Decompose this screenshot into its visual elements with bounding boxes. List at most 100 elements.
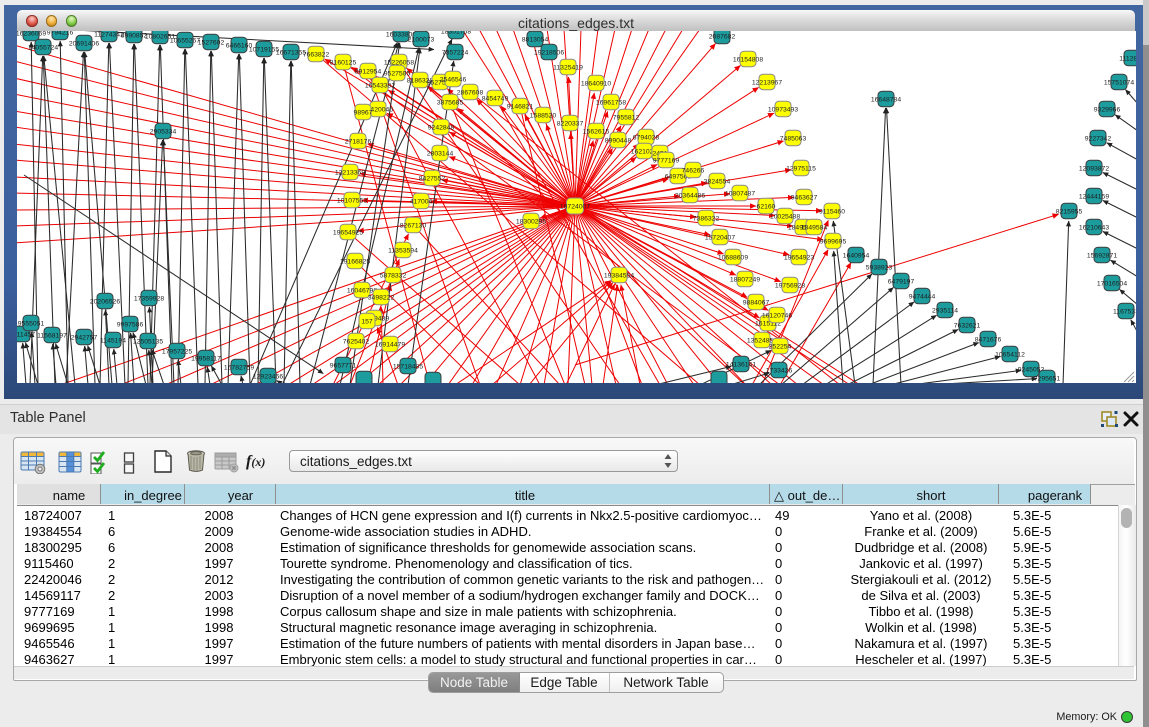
svg-text:17359928: 17359928 [134,295,164,302]
svg-text:7295651: 7295651 [1034,375,1061,382]
svg-text:7357224: 7357224 [442,49,469,56]
svg-text:12975115: 12975115 [786,165,816,172]
svg-text:11274342: 11274342 [94,31,124,38]
svg-text:16961758: 16961758 [596,99,626,106]
svg-text:9146821: 9146821 [507,103,534,110]
svg-text:7625402: 7625402 [343,338,370,345]
svg-text:15718485: 15718485 [393,363,423,370]
svg-text:20206526: 20206526 [90,298,120,305]
svg-text:7663822: 7663822 [303,51,330,58]
svg-text:7632621: 7632621 [954,322,981,329]
svg-text:19654925: 19654925 [333,229,363,236]
svg-text:6479197: 6479197 [888,278,915,285]
svg-text:9555051: 9555051 [18,320,45,327]
svg-text:2935114: 2935114 [932,307,958,314]
svg-text:10107553: 10107553 [337,197,367,204]
svg-text:14136141: 14136141 [726,361,756,368]
svg-text:8267130: 8267130 [400,222,427,229]
svg-text:10807487: 10807487 [725,190,755,197]
svg-text:15692871: 15692871 [1087,252,1117,259]
svg-text:9997586: 9997586 [117,321,144,328]
svg-text:2718176: 2718176 [345,138,372,145]
svg-text:9242848: 9242848 [428,124,455,131]
svg-text:19958117: 19958117 [191,355,221,362]
svg-text:8427552: 8427552 [419,175,446,182]
svg-text:16236069: 16236069 [17,31,46,37]
svg-text:19654923: 19654923 [784,254,814,261]
svg-text:9527505: 9527505 [384,70,411,77]
svg-text:10973493: 10973493 [768,106,798,113]
svg-text:7955812: 7955812 [613,114,640,121]
svg-text:12213967: 12213967 [752,79,782,86]
svg-text:16543382: 16543382 [365,82,395,89]
svg-text:19218506: 19218506 [534,49,564,56]
svg-text:8215955: 8215955 [1056,208,1083,215]
svg-text:12923466: 12923466 [253,373,283,380]
svg-text:19166825: 19166825 [340,258,370,265]
svg-text:1733426: 1733426 [766,367,793,374]
svg-text:12444159: 12444159 [1079,193,1109,200]
svg-text:10719155: 10719155 [249,46,279,53]
svg-text:1562615: 1562615 [583,128,610,135]
svg-text:15720407: 15720407 [705,234,735,241]
svg-text:1145194: 1145194 [100,337,126,344]
svg-text:16648784: 16648784 [871,96,901,103]
svg-text:8813054: 8813054 [522,36,549,43]
svg-text:11325419: 11325419 [553,64,583,71]
svg-text:3498222: 3498222 [368,294,395,301]
svg-text:10655267: 10655267 [170,37,200,44]
svg-text:746266: 746266 [682,167,705,174]
svg-text:9463627: 9463627 [791,194,818,201]
svg-text:3875685: 3875685 [437,99,464,106]
svg-text:1588520: 1588520 [530,112,557,119]
svg-text:8454749: 8454749 [482,95,509,102]
svg-text:16154808: 16154808 [733,56,763,63]
svg-text:8990852: 8990852 [121,32,148,39]
svg-text:252254: 252254 [769,343,792,350]
svg-text:16120746: 16120746 [762,312,792,319]
svg-text:1112857: 1112857 [1119,55,1136,62]
svg-text:2087682: 2087682 [709,33,736,40]
svg-text:9794216: 9794216 [47,31,74,36]
svg-text:20364486: 20364486 [675,192,705,199]
svg-text:19756928: 19756928 [775,282,805,289]
svg-text:17957225: 17957225 [162,348,192,355]
svg-text:10654112: 10654112 [995,351,1025,358]
svg-text:12093872: 12093872 [1079,165,1109,172]
svg-text:20691406: 20691406 [69,40,99,47]
svg-text:9699695: 9699695 [820,238,847,245]
svg-text:157: 157 [361,318,373,325]
svg-text:6794028: 6794028 [633,134,660,141]
svg-text:8912954: 8912954 [355,68,382,75]
svg-text:18301758: 18301758 [441,31,471,35]
svg-text:9884067: 9884067 [743,299,770,306]
svg-text:18640910: 18640910 [581,80,611,87]
svg-text:3911457: 3911457 [17,331,35,338]
svg-text:8220337: 8220337 [557,120,584,127]
svg-text:1527602: 1527602 [198,39,225,46]
svg-text:2905334: 2905334 [150,128,177,135]
svg-text:18724007: 18724007 [560,203,590,210]
svg-text:5878332: 5878332 [380,272,407,279]
svg-text:1167533: 1167533 [1113,308,1136,315]
svg-text:17016504: 17016504 [1097,280,1127,287]
svg-text:9115460: 9115460 [819,208,845,215]
svg-text:19384554: 19384554 [604,272,634,279]
svg-text:9474444: 9474444 [909,293,936,300]
svg-text:8160125: 8160125 [330,59,357,66]
svg-text:9329966: 9329966 [1094,106,1121,113]
svg-text:11568197: 11568197 [37,332,67,339]
svg-text:9777169: 9777169 [653,157,680,164]
svg-text:16210643: 16210643 [1079,224,1109,231]
svg-text:2942757: 2942757 [71,334,98,341]
svg-text:2803144: 2803144 [427,150,454,157]
svg-text:2546546: 2546546 [440,76,467,83]
svg-text:5938923: 5938923 [866,264,893,271]
svg-text:9227342: 9227342 [1085,135,1112,142]
svg-text:16782759: 16782759 [224,364,254,371]
svg-text:9657771: 9657771 [330,362,357,369]
svg-text:14055724: 14055724 [28,44,58,51]
svg-text:12213369: 12213369 [335,169,365,176]
svg-text:10688609: 10688609 [718,254,748,261]
svg-text:2100073: 2100073 [408,36,435,43]
